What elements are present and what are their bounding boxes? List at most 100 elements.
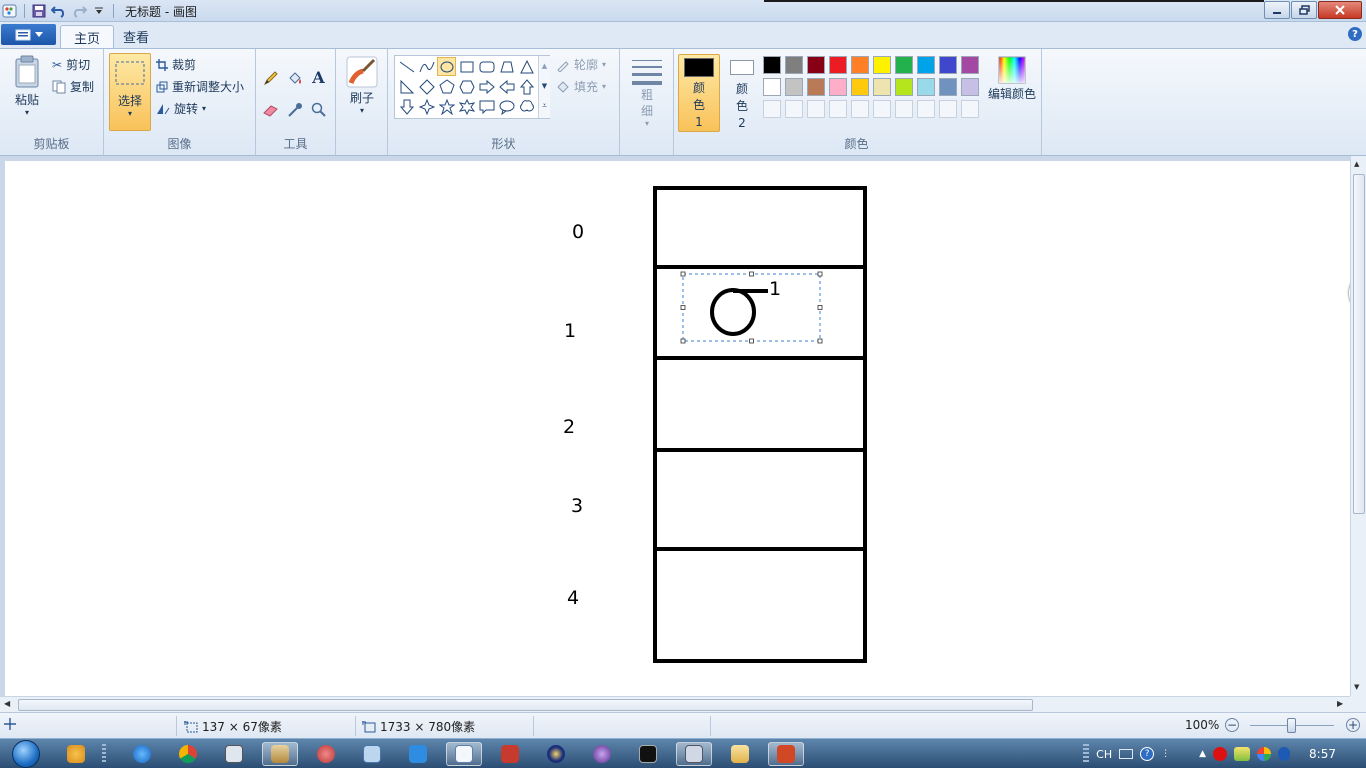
custom-color-slot[interactable] [939,100,957,118]
restore-button[interactable] [1291,1,1317,19]
redo-icon[interactable] [71,3,87,19]
vertical-scrollbar[interactable]: ▲ ▼ [1350,156,1366,696]
paint-menu-button[interactable] [1,24,56,45]
color-swatch[interactable] [961,56,979,74]
shape-polygon-icon[interactable] [497,57,516,76]
color-swatch[interactable] [873,78,891,96]
scroll-right-arrow-icon[interactable]: ▶ [1337,699,1343,708]
color-swatch[interactable] [895,78,913,96]
select-button[interactable]: 选择 ▾ [109,53,151,131]
tab-home[interactable]: 主页 [60,25,115,48]
horizontal-scrollbar[interactable]: ◀ ▶ [0,696,1350,712]
pencil-icon[interactable] [260,67,281,88]
taskbar-app-icon[interactable] [538,742,574,766]
taskbar-app-icon[interactable] [492,742,528,766]
vertical-scroll-thumb[interactable] [1353,174,1365,514]
start-button[interactable] [8,739,44,768]
shape-diamond-icon[interactable] [417,77,436,96]
custom-color-slot[interactable] [851,100,869,118]
powerpoint-icon[interactable] [768,742,804,766]
shape-star6-icon[interactable] [457,97,476,116]
drawing-canvas[interactable]: 0 1 2 3 4 1 [5,161,1350,696]
customize-qat-icon[interactable] [91,3,107,19]
language-indicator[interactable]: CH [1096,748,1112,761]
custom-color-slot[interactable] [917,100,935,118]
paint-app-icon[interactable] [2,3,18,19]
paste-button[interactable]: 粘贴 ▾ [8,55,46,117]
minimize-button[interactable] [1264,1,1290,19]
color-swatch[interactable] [851,56,869,74]
custom-color-slot[interactable] [763,100,781,118]
zoom-in-icon[interactable]: + [1346,718,1360,732]
custom-color-slot[interactable] [807,100,825,118]
color-swatch[interactable] [873,56,891,74]
help-tray-icon[interactable]: ? [1140,747,1155,761]
color-swatch[interactable] [851,78,869,96]
color-swatch[interactable] [829,78,847,96]
rotate-button[interactable]: 旋转 ▾ [156,100,206,117]
color-swatch[interactable] [829,56,847,74]
taskbar-app-icon[interactable] [262,742,298,766]
shape-line-icon[interactable] [397,57,416,76]
custom-color-slot[interactable] [873,100,891,118]
resize-button[interactable]: 重新调整大小 [156,78,244,95]
selection-handles[interactable] [680,271,823,344]
shape-callout-rect-icon[interactable] [477,97,496,116]
eraser-icon[interactable] [260,99,281,120]
taskbar-app-icon[interactable] [354,742,390,766]
color-swatch[interactable] [939,56,957,74]
shape-oval-icon[interactable] [437,57,456,76]
scroll-up-icon[interactable]: ▲ [539,56,550,76]
crop-button[interactable]: 裁剪 [156,56,196,73]
close-button[interactable] [1318,1,1362,19]
scroll-down-icon[interactable]: ▼ [539,76,550,96]
bluetooth-icon[interactable] [1278,747,1291,761]
size-button[interactable]: 粗细 ▾ [628,57,666,128]
expand-gallery-icon[interactable]: ⩡ [539,96,550,116]
shape-star4-icon[interactable] [417,97,436,116]
color-swatch[interactable] [785,78,803,96]
color-swatch[interactable] [917,78,935,96]
shape-curve-icon[interactable] [417,57,436,76]
zoom-out-icon[interactable]: − [1225,718,1239,732]
custom-color-slot[interactable] [829,100,847,118]
shape-callout-oval-icon[interactable] [497,97,516,116]
taskbar-app-icon[interactable] [584,742,620,766]
taskbar-app-icon[interactable] [58,742,94,766]
shape-right-triangle-icon[interactable] [397,77,416,96]
shape-star5-icon[interactable] [437,97,456,116]
color-swatch[interactable] [939,78,957,96]
shape-rectangle-icon[interactable] [457,57,476,76]
shape-arrow-right-icon[interactable] [477,77,496,96]
scroll-left-arrow-icon[interactable]: ◀ [4,699,10,708]
shape-arrow-left-icon[interactable] [497,77,516,96]
cut-button[interactable]: ✂ 剪切 [52,56,90,73]
undo-icon[interactable] [51,3,67,19]
color-swatch[interactable] [917,56,935,74]
color-swatch[interactable] [961,78,979,96]
tray-app-icon[interactable] [1234,747,1251,761]
edit-colors-button[interactable]: 编辑颜色 [984,55,1040,102]
magnifier-icon[interactable] [308,99,329,120]
outline-button[interactable]: 轮廓 ▾ [556,56,606,73]
paint-taskbar-icon[interactable] [446,742,482,766]
shape-pentagon-icon[interactable] [437,77,456,96]
scroll-up-arrow-icon[interactable]: ▲ [1354,160,1359,168]
scroll-down-arrow-icon[interactable]: ▼ [1354,683,1359,691]
color-swatch[interactable] [807,78,825,96]
brushes-button[interactable]: 刷子 ▾ [342,55,382,115]
color-swatch[interactable] [807,56,825,74]
chrome-icon[interactable] [170,742,206,766]
help-icon[interactable]: ? [1348,27,1362,41]
selection-marquee[interactable] [682,273,821,342]
shape-hexagon-icon[interactable] [457,77,476,96]
shape-arrow-up-icon[interactable] [517,77,536,96]
custom-color-slot[interactable] [895,100,913,118]
tab-view[interactable]: 查看 [110,25,162,48]
taskbar-app-icon[interactable] [676,742,712,766]
keyboard-icon[interactable] [1119,749,1134,759]
command-prompt-icon[interactable] [630,742,666,766]
shape-callout-cloud-icon[interactable] [517,97,536,116]
fill-shape-button[interactable]: 填充 ▾ [556,78,606,95]
color-picker-icon[interactable] [284,99,305,120]
